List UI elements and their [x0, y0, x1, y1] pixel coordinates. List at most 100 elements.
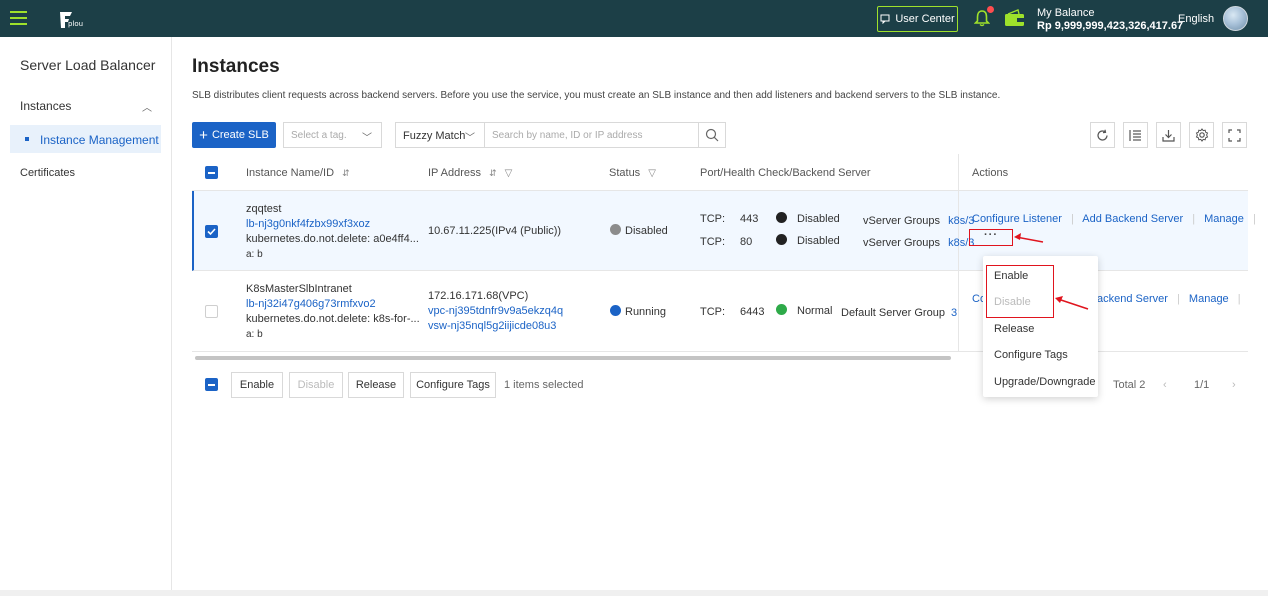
sidebar-group-label: Instances [20, 99, 72, 113]
balance-value: Rp 9,999,999,423,326,417.67 [1037, 20, 1184, 32]
sort-icon[interactable]: ⇵ [489, 168, 497, 178]
page-description: SLB distributes client requests across b… [192, 90, 1001, 101]
action-separator: | [1252, 213, 1256, 225]
language-selector[interactable]: English [1178, 13, 1214, 25]
chevron-up-icon: ︿ [142, 103, 152, 114]
sort-icon[interactable]: ⇵ [342, 168, 350, 178]
user-center-button[interactable]: User Center [877, 6, 958, 32]
listener-protocol: TCP: [700, 306, 726, 318]
column-header-status[interactable]: Status ▽ [609, 154, 656, 191]
health-text: Disabled [797, 235, 840, 247]
search-button[interactable] [698, 122, 726, 148]
instance-id-link[interactable]: lb-nj3g0nkf4fzbx99xf3xoz [246, 218, 370, 230]
top-navigation-bar: plou User Center My Balance Rp 9,999,999… [0, 0, 1268, 37]
row-checkbox[interactable] [205, 305, 218, 318]
enable-button[interactable]: Enable [231, 372, 283, 398]
menu-icon[interactable] [10, 11, 27, 25]
listener-protocol: TCP: [700, 213, 726, 225]
check-circle-icon [776, 304, 787, 315]
tag-select[interactable]: Select a tag. ﹀ [283, 122, 382, 148]
action-separator: | [1070, 213, 1074, 225]
row-actions: ackend Server | Manage | [1097, 293, 1241, 305]
sidebar-title: Server Load Balancer [20, 57, 156, 73]
add-backend-server-link[interactable]: ackend Server [1097, 293, 1168, 305]
configure-listener-link[interactable]: Configure Listener [972, 213, 1062, 225]
column-settings-button[interactable] [1123, 122, 1148, 148]
listener-protocol: TCP: [700, 236, 726, 248]
match-mode-select[interactable]: Fuzzy Match ﹀ [395, 122, 485, 148]
instance-id-link[interactable]: lb-nj32i47g406g73rmfxvo2 [246, 298, 376, 310]
sidebar-group-instances[interactable]: Instances ︿ [20, 99, 160, 114]
page-title: Instances [192, 56, 280, 77]
refresh-button[interactable] [1090, 122, 1115, 148]
row-checkbox[interactable] [205, 225, 218, 238]
instance-tag: a: b [246, 249, 263, 260]
bottom-edge [0, 590, 1268, 596]
dropdown-item-upgrade-downgrade[interactable]: Upgrade/Downgrade [994, 376, 1096, 388]
health-status: Disabled [776, 234, 840, 247]
export-button[interactable] [1156, 122, 1181, 148]
configure-tags-button[interactable]: Configure Tags [410, 372, 496, 398]
ip-address: 10.67.11.225(IPv4 (Public)) [428, 225, 562, 237]
column-header-label: Instance Name/ID [246, 167, 335, 179]
expand-icon [1228, 128, 1241, 142]
chevron-down-icon: ﹀ [465, 133, 475, 144]
health-disabled-icon [776, 234, 787, 245]
instance-name: K8sMasterSlbIntranet [246, 283, 352, 295]
manage-link[interactable]: Manage [1204, 213, 1244, 225]
annotation-arrows [1014, 233, 1089, 310]
column-divider [958, 154, 959, 352]
dropdown-item-configure-tags[interactable]: Configure Tags [994, 349, 1068, 361]
page-indicator: 1/1 [1194, 379, 1210, 391]
column-header-label: Status [609, 167, 641, 179]
list-icon [1129, 129, 1141, 141]
play-icon [610, 305, 621, 316]
avatar[interactable] [1223, 6, 1248, 31]
chevron-down-icon: ﹀ [362, 133, 372, 144]
backend-group-link[interactable]: 3 [951, 307, 957, 319]
chat-icon [880, 14, 890, 24]
logo-text: plou [68, 20, 84, 28]
bullet-icon [25, 137, 29, 141]
prev-page-icon[interactable]: ‹ [1163, 379, 1167, 391]
release-button[interactable]: Release [348, 372, 404, 398]
listener-port: 6443 [740, 306, 765, 318]
fullscreen-button[interactable] [1222, 122, 1247, 148]
select-all-checkbox[interactable] [205, 378, 218, 391]
status-text: Disabled [625, 225, 668, 237]
arrow-line [1057, 298, 1089, 310]
sidebar-item-label: Instance Management [40, 133, 159, 147]
select-all-checkbox[interactable] [205, 166, 218, 179]
settings-button[interactable] [1189, 122, 1214, 148]
listener-port: 443 [740, 213, 759, 225]
column-header-name[interactable]: Instance Name/ID ⇵ [246, 154, 350, 191]
column-header-ip[interactable]: IP Address ⇵ ▽ [428, 154, 512, 191]
column-header-label: IP Address [428, 167, 481, 179]
add-backend-server-link[interactable]: Add Backend Server [1082, 213, 1183, 225]
dropdown-item-release[interactable]: Release [994, 323, 1034, 335]
search-input[interactable]: Search by name, ID or IP address [484, 122, 699, 148]
backend-group-label: vServer Groups [863, 215, 941, 227]
next-page-icon[interactable]: › [1232, 379, 1236, 391]
create-slb-button[interactable]: + Create SLB [192, 122, 276, 148]
status-badge: Disabled [610, 224, 668, 237]
backend-group: Default Server Group 3 [841, 307, 957, 319]
filter-icon[interactable]: ▽ [505, 168, 513, 179]
vpc-link[interactable]: vpc-nj395tdnfr9v9a5ekzq4q [428, 305, 563, 317]
sidebar-item-instance-management[interactable]: Instance Management [10, 125, 161, 153]
disable-button[interactable]: Disable [289, 372, 343, 398]
manage-link[interactable]: Manage [1189, 293, 1229, 305]
wallet-icon[interactable] [1004, 9, 1025, 27]
vswitch-link[interactable]: vsw-nj35nql5g2iijicde08u3 [428, 320, 556, 332]
instance-tag: kubernetes.do.not.delete: a0e4ff4... [246, 233, 419, 245]
sidebar-item-certificates[interactable]: Certificates [20, 167, 75, 179]
instance-tag: kubernetes.do.not.delete: k8s-for-... [246, 313, 420, 325]
health-disabled-icon [776, 212, 787, 223]
backend-group-label: Default Server Group [841, 307, 945, 319]
horizontal-scrollbar[interactable] [195, 356, 951, 360]
backend-group-link[interactable]: k8s/3 [948, 215, 974, 227]
filter-icon[interactable]: ▽ [648, 168, 656, 179]
backend-group-label: vServer Groups [863, 237, 941, 249]
listener-port: 80 [740, 236, 753, 248]
search-icon [705, 128, 719, 142]
